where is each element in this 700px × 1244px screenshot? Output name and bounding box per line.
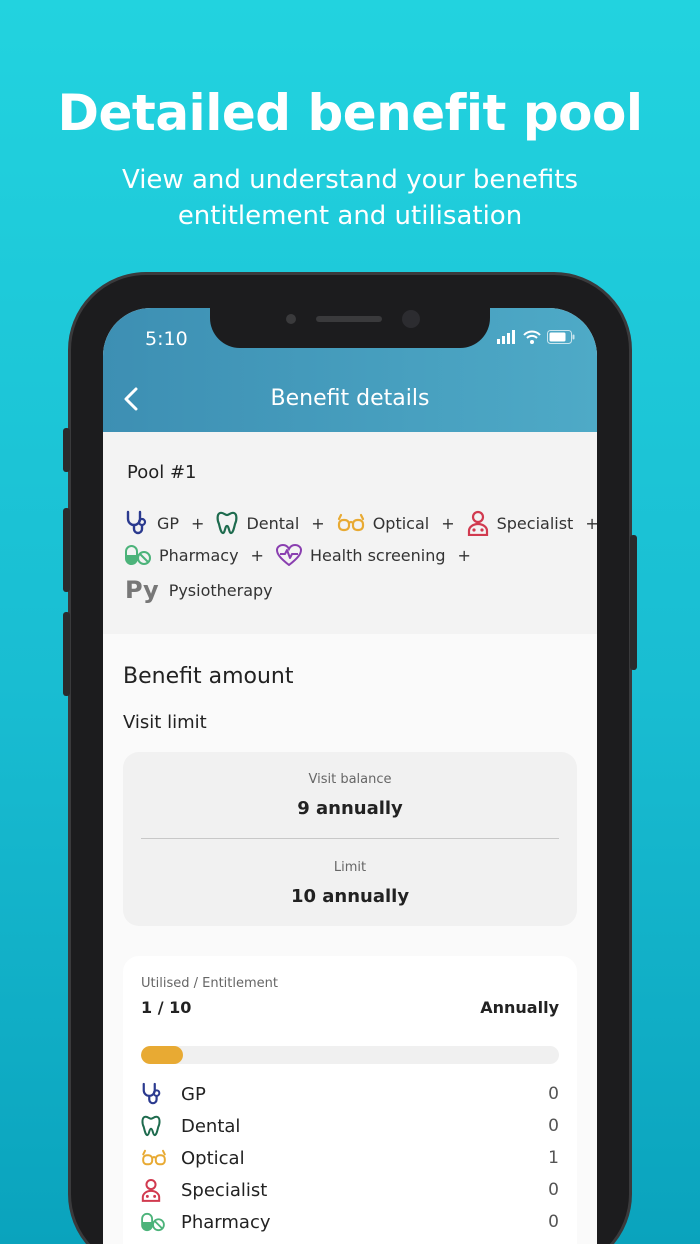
- limit-value: 10 annually: [290, 886, 410, 907]
- utilisation-progress-bar: [141, 1046, 559, 1064]
- utilisation-row-label: Dental: [181, 1115, 241, 1137]
- pool-item-health-screening: Health screening: [275, 544, 446, 566]
- card-divider: [141, 838, 559, 839]
- tooth-icon: [216, 511, 238, 535]
- pool-item-optical: Optical: [337, 513, 430, 533]
- utilisation-row-count: 0: [548, 1212, 559, 1232]
- pool-item-specialist: Specialist: [467, 510, 574, 536]
- visit-balance-value: 9 annually: [297, 798, 403, 819]
- status-icons: [497, 330, 575, 344]
- pool-item-label: Health screening: [309, 545, 446, 565]
- wifi-icon: [523, 330, 541, 344]
- utilisation-row-count: 0: [548, 1180, 559, 1200]
- phone-volume-down: [63, 612, 70, 696]
- battery-icon: [547, 330, 575, 344]
- promo-headline: Detailed benefit pool: [57, 84, 643, 142]
- plus-separator: +: [457, 545, 471, 565]
- utilisation-row-count: 1: [548, 1148, 559, 1168]
- doctor-icon: [467, 510, 488, 536]
- plus-separator: +: [441, 513, 455, 533]
- pool-row-3: Py Pysiotherapy: [125, 576, 273, 604]
- utilisation-card: Utilised / Entitlement 1 / 10 Annually G…: [123, 956, 577, 1244]
- visit-limit-label: Visit limit: [123, 712, 207, 733]
- front-camera: [402, 310, 420, 328]
- pool-row-1: GP + Dental + Optical + Specialist +: [125, 510, 597, 536]
- pool-item-physiotherapy: Py Pysiotherapy: [125, 576, 273, 604]
- utilisation-row-count: 0: [548, 1084, 559, 1104]
- phone-mute-switch: [63, 428, 70, 472]
- utilisation-row-label: Pharmacy: [181, 1211, 271, 1233]
- section-heading: Benefit amount: [123, 664, 294, 689]
- plus-separator: +: [585, 513, 597, 533]
- sensor-dot: [286, 314, 296, 324]
- page-title: Benefit details: [270, 386, 430, 411]
- utilisation-row-pharmacy: Pharmacy 0: [141, 1206, 559, 1238]
- utilisation-label: Utilised / Entitlement: [141, 976, 278, 991]
- pool-item-label: Optical: [372, 513, 430, 533]
- utilisation-row-label: Optical: [181, 1147, 245, 1169]
- promo-subline: View and understand your benefits entitl…: [121, 165, 579, 231]
- utilisation-row-label: Specialist: [181, 1179, 268, 1201]
- stethoscope-icon: [142, 1082, 161, 1105]
- utilisation-row-gp: GP 0: [141, 1078, 559, 1110]
- utilisation-ratio: 1 / 10: [141, 998, 192, 1017]
- utilisation-row-optical: Optical 1: [141, 1142, 559, 1174]
- pool-item-label: GP: [157, 513, 180, 533]
- pool-item-pharmacy: Pharmacy: [125, 544, 239, 566]
- phone-volume-up: [63, 508, 70, 592]
- status-time: 5:10: [145, 328, 188, 350]
- pool-item-label: Pharmacy: [159, 545, 239, 565]
- pool-item-label: Dental: [246, 513, 300, 533]
- pill-icon: [125, 545, 151, 565]
- visit-balance-card: Visit balance 9 annually Limit 10 annual…: [123, 752, 577, 926]
- plus-separator: +: [311, 513, 325, 533]
- heart-pulse-icon: [275, 544, 302, 566]
- phone-screen: 5:10 Benefit details Pool #1 GP + Dental…: [103, 308, 597, 1244]
- benefit-main: Benefit amount Visit limit Visit balance…: [103, 634, 597, 1244]
- pill-icon: [141, 1212, 165, 1232]
- speaker-grille: [316, 316, 382, 322]
- phone-notch: [210, 308, 490, 348]
- pool-item-label: Specialist: [496, 513, 574, 533]
- utilisation-row-specialist: Specialist 0: [141, 1174, 559, 1206]
- phone-power-button: [630, 535, 637, 670]
- tooth-icon: [141, 1115, 161, 1137]
- pool-item-label: Pysiotherapy: [168, 580, 273, 600]
- glasses-icon: [142, 1149, 166, 1166]
- plus-separator: +: [250, 545, 264, 565]
- limit-label: Limit: [333, 860, 367, 875]
- utilisation-row-label: GP: [181, 1083, 206, 1105]
- utilisation-row-dental: Dental 0: [141, 1110, 559, 1142]
- visit-balance-label: Visit balance: [308, 772, 392, 787]
- plus-separator: +: [191, 513, 205, 533]
- utilisation-progress-fill: [141, 1046, 183, 1064]
- glasses-icon: [337, 513, 364, 532]
- utilisation-period: Annually: [480, 998, 559, 1017]
- signal-icon: [497, 330, 515, 344]
- pool-item-dental: Dental: [216, 511, 299, 535]
- py-icon: Py: [125, 576, 159, 604]
- pool-row-2: Pharmacy + Health screening +: [125, 544, 483, 566]
- pool-title: Pool #1: [127, 462, 197, 483]
- utilisation-row-count: 0: [548, 1116, 559, 1136]
- pool-section: Pool #1 GP + Dental + Optical + Speciali…: [103, 432, 597, 634]
- stethoscope-icon: [126, 510, 147, 535]
- doctor-icon: [141, 1179, 161, 1202]
- pool-item-gp: GP: [125, 510, 179, 536]
